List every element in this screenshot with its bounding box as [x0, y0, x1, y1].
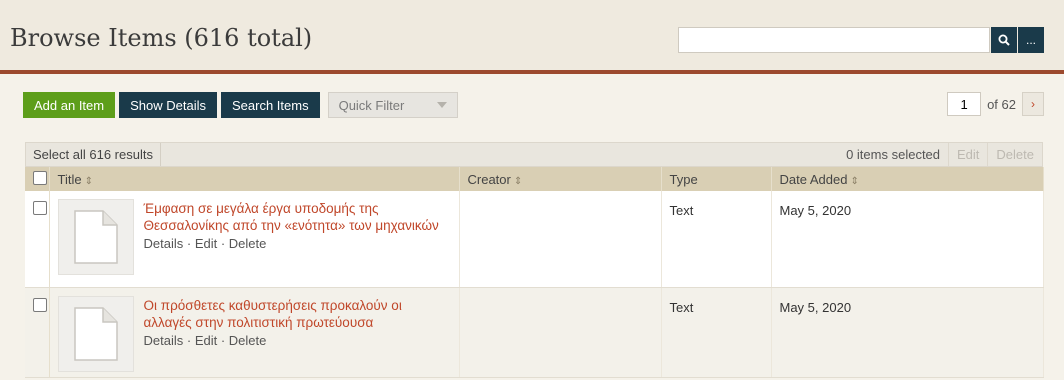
item-thumbnail[interactable]	[57, 199, 134, 275]
advanced-search-button[interactable]: ...	[1018, 27, 1044, 53]
search-input[interactable]	[678, 27, 990, 53]
quick-filter-select[interactable]: Quick Filter	[327, 92, 458, 118]
title-cell: Έμφαση σε μεγάλα έργα υποδομής της Θεσσα…	[49, 191, 460, 288]
document-icon	[73, 306, 118, 361]
row-checkbox[interactable]	[33, 201, 47, 215]
show-details-button[interactable]: Show Details	[119, 92, 217, 118]
sort-icon: ⇕	[84, 175, 93, 187]
delete-link[interactable]: Delete	[229, 333, 267, 348]
creator-cell	[459, 287, 662, 378]
items-table-wrap: Select all 616 results 0 items selected …	[25, 142, 1044, 378]
search-icon	[998, 34, 1010, 46]
table-row: Έμφαση σε μεγάλα έργα υποδομής της Θεσσα…	[25, 191, 1044, 288]
item-title-link[interactable]: Οι πρόσθετες καθυστερήσεις προκαλούν οι …	[144, 297, 451, 331]
details-link[interactable]: Details	[144, 236, 184, 251]
header-checkbox-cell	[25, 167, 50, 191]
title-cell: Οι πρόσθετες καθυστερήσεις προκαλούν οι …	[49, 287, 460, 378]
search-bar: ...	[678, 27, 1044, 53]
details-link[interactable]: Details	[144, 333, 184, 348]
toolbar: Add an Item Show Details Search Items Qu…	[23, 92, 458, 118]
page-count: of 62	[987, 96, 1016, 112]
column-header-title[interactable]: Title ⇕	[49, 167, 460, 191]
chevron-right-icon: ›	[1031, 97, 1035, 111]
sort-icon: ⇕	[513, 175, 523, 187]
column-header-date-added[interactable]: Date Added ⇕	[771, 167, 1044, 191]
page-title: Browse Items (616 total)	[10, 24, 313, 52]
item-thumbnail[interactable]	[57, 295, 134, 372]
next-page-button[interactable]: ›	[1022, 92, 1044, 116]
bulk-delete-button[interactable]: Delete	[987, 143, 1042, 166]
column-creator-label: Creator	[467, 171, 511, 187]
creator-cell	[459, 191, 662, 288]
bulk-action-bar: Select all 616 results 0 items selected …	[25, 142, 1043, 167]
document-icon	[73, 210, 118, 264]
row-checkbox-cell	[25, 287, 50, 378]
date-added-cell: May 5, 2020	[771, 191, 1044, 288]
edit-link[interactable]: Edit	[195, 236, 217, 251]
pagination: of 62 ›	[947, 92, 1044, 116]
bulk-edit-button[interactable]: Edit	[948, 143, 987, 166]
column-date-label: Date Added	[779, 171, 848, 187]
type-cell: Text	[661, 287, 772, 378]
search-items-button[interactable]: Search Items	[220, 92, 320, 118]
item-actions: Details · Edit · Delete	[143, 236, 267, 251]
column-header-type: Type	[661, 167, 772, 191]
column-title-label: Title	[57, 171, 82, 187]
delete-link[interactable]: Delete	[229, 236, 267, 251]
add-item-button[interactable]: Add an Item	[23, 92, 116, 118]
edit-link[interactable]: Edit	[195, 333, 217, 348]
column-type-label: Type	[669, 171, 698, 187]
chevron-down-icon	[436, 102, 447, 108]
select-all-checkbox[interactable]	[33, 170, 47, 185]
page-header: Browse Items (616 total) ...	[0, 0, 1064, 74]
sort-icon: ⇕	[850, 175, 859, 187]
items-table: Title ⇕ Creator ⇕ Type Date Added ⇕ Έμφα…	[25, 167, 1044, 378]
items-selected-count: 0 items selected	[846, 147, 941, 162]
table-header-row: Title ⇕ Creator ⇕ Type Date Added ⇕	[25, 167, 1044, 191]
date-added-cell: May 5, 2020	[771, 287, 1044, 378]
table-row: Οι πρόσθετες καθυστερήσεις προκαλούν οι …	[25, 287, 1044, 378]
search-button[interactable]	[991, 27, 1017, 53]
item-actions: Details · Edit · Delete	[143, 332, 267, 348]
row-checkbox[interactable]	[33, 297, 47, 312]
row-checkbox-cell	[25, 191, 50, 288]
column-header-creator[interactable]: Creator ⇕	[459, 167, 662, 191]
page-number-input[interactable]	[947, 92, 982, 116]
item-title-link[interactable]: Έμφαση σε μεγάλα έργα υποδομής της Θεσσα…	[144, 200, 451, 234]
type-cell: Text	[661, 191, 772, 288]
quick-filter-label: Quick Filter	[338, 97, 405, 113]
select-all-button[interactable]: Select all 616 results	[26, 143, 161, 166]
